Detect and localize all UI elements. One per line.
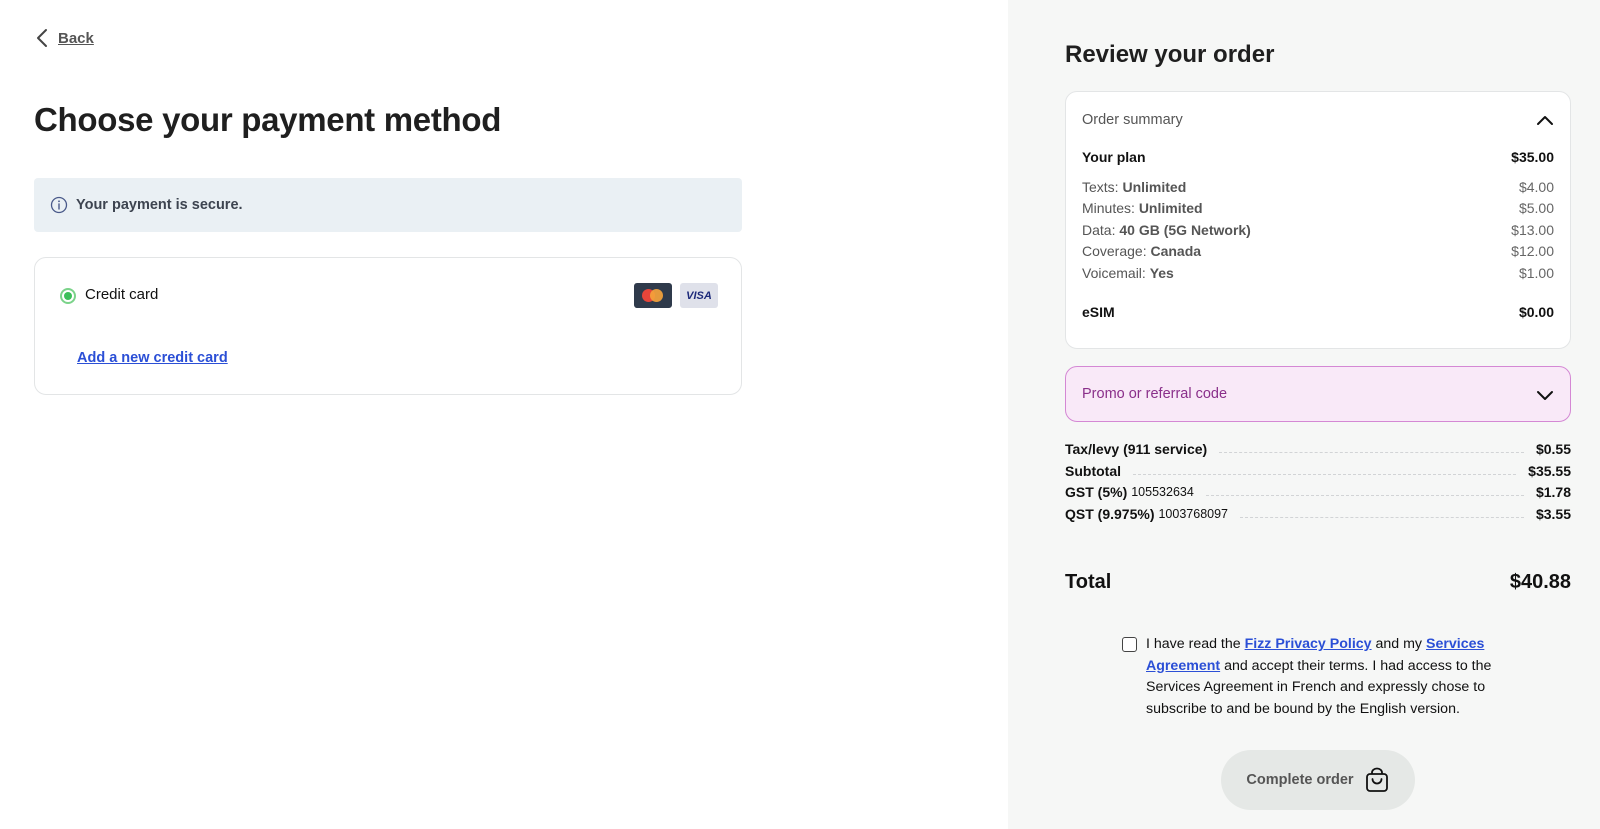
feature-name: Minutes: <box>1082 200 1139 216</box>
feature-label: Data: 40 GB (5G Network) <box>1082 222 1251 238</box>
gst-number: 105532634 <box>1131 485 1194 499</box>
order-summary-heading[interactable]: Order summary <box>1082 112 1183 128</box>
esim-price: $0.00 <box>1518 304 1554 320</box>
chevron-left-icon <box>37 29 47 47</box>
feature-price: $12.00 <box>1511 243 1554 259</box>
dotted-leader <box>1133 473 1517 475</box>
tax-row-911: Tax/levy (911 service) $0.55 <box>1065 441 1571 457</box>
plan-label: Your plan <box>1082 149 1146 165</box>
feature-row-minutes: Minutes: Unlimited $5.00 <box>1082 200 1554 216</box>
plan-row: Your plan $35.00 <box>1082 149 1554 165</box>
feature-row-voicemail: Voicemail: Yes $1.00 <box>1082 265 1554 281</box>
tax-value: $0.55 <box>1535 441 1571 457</box>
feature-detail: 40 GB (5G Network) <box>1119 222 1251 238</box>
privacy-policy-link[interactable]: Fizz Privacy Policy <box>1245 636 1372 652</box>
terms-agreement: I have read the Fizz Privacy Policy and … <box>1122 634 1496 720</box>
tax-label: Tax/levy (911 service) <box>1065 441 1208 457</box>
credit-card-label[interactable]: Credit card <box>85 286 158 303</box>
total-value: $40.88 <box>1509 571 1571 593</box>
terms-middle: and my <box>1371 636 1426 652</box>
feature-name: Data: <box>1082 222 1120 238</box>
feature-detail: Canada <box>1150 243 1202 259</box>
secure-text: Your payment is secure. <box>76 197 243 213</box>
feature-detail: Yes <box>1149 265 1174 281</box>
feature-detail: Unlimited <box>1122 179 1187 195</box>
terms-prefix: I have read the <box>1146 636 1245 652</box>
back-label[interactable]: Back <box>58 30 94 47</box>
dotted-leader <box>1219 451 1524 453</box>
chevron-down-icon <box>1537 391 1553 400</box>
qst-number: 1003768097 <box>1158 507 1229 521</box>
feature-price: $5.00 <box>1518 200 1554 216</box>
add-credit-card-link[interactable]: Add a new credit card <box>77 350 228 366</box>
page-title: Choose your payment method <box>34 101 502 138</box>
order-summary-card: Order summary Your plan $35.00 Texts: Un… <box>1065 91 1571 349</box>
feature-label: Minutes: Unlimited <box>1082 200 1203 216</box>
payment-panel: Back Choose your payment method Your pay… <box>0 0 1008 829</box>
esim-label: eSIM <box>1082 304 1115 320</box>
info-icon <box>50 196 68 214</box>
back-link[interactable]: Back <box>34 28 94 48</box>
qst-label: QST (9.975%) <box>1065 506 1155 522</box>
feature-row-data: Data: 40 GB (5G Network) $13.00 <box>1082 222 1554 238</box>
subtotal-value: $35.55 <box>1528 463 1571 479</box>
feature-label: Coverage: Canada <box>1082 243 1201 259</box>
total-row: Total $40.88 <box>1065 571 1571 594</box>
visa-logo-text: VISA <box>686 289 712 302</box>
complete-order-button[interactable]: Complete order <box>1221 750 1415 810</box>
qst-value: $3.55 <box>1535 506 1571 522</box>
feature-name: Voicemail: <box>1082 265 1150 281</box>
plan-price: $35.00 <box>1511 149 1554 165</box>
feature-label: Voicemail: Yes <box>1082 265 1174 281</box>
feature-price: $4.00 <box>1518 179 1554 195</box>
feature-price: $1.00 <box>1518 265 1554 281</box>
esim-row: eSIM $0.00 <box>1082 304 1554 320</box>
mastercard-orange-circle <box>650 289 663 302</box>
payment-method-card: Credit card VISA Add a new credit card <box>34 257 742 395</box>
feature-price: $13.00 <box>1511 222 1554 238</box>
mastercard-icon <box>634 283 672 308</box>
complete-order-label: Complete order <box>1246 772 1354 788</box>
dotted-leader <box>1205 494 1524 496</box>
shopping-bag-icon <box>1365 767 1388 792</box>
feature-name: Texts: <box>1082 179 1123 195</box>
feature-name: Coverage: <box>1082 243 1151 259</box>
subtotal-row: Subtotal $35.55 <box>1065 463 1571 479</box>
feature-detail: Unlimited <box>1138 200 1203 216</box>
feature-row-coverage: Coverage: Canada $12.00 <box>1082 243 1554 259</box>
feature-label: Texts: Unlimited <box>1082 179 1186 195</box>
total-label: Total <box>1065 571 1112 593</box>
gst-label: GST (5%) <box>1065 484 1128 500</box>
promo-code-label: Promo or referral code <box>1082 386 1228 402</box>
gst-value: $1.78 <box>1535 484 1571 500</box>
radio-selected-dot <box>64 292 72 300</box>
visa-icon: VISA <box>680 283 718 308</box>
secure-payment-banner: Your payment is secure. <box>34 178 742 232</box>
terms-text: I have read the Fizz Privacy Policy and … <box>1146 634 1496 720</box>
feature-row-texts: Texts: Unlimited $4.00 <box>1082 179 1554 195</box>
review-title: Review your order <box>1065 41 1275 68</box>
gst-row: GST (5%) 105532634 $1.78 <box>1065 484 1571 500</box>
chevron-up-icon[interactable] <box>1536 112 1554 130</box>
promo-code-dropdown[interactable]: Promo or referral code <box>1065 366 1571 422</box>
dotted-leader <box>1240 516 1524 518</box>
terms-checkbox[interactable] <box>1122 637 1137 652</box>
subtotal-label: Subtotal <box>1065 463 1121 479</box>
credit-card-radio[interactable] <box>60 288 76 304</box>
qst-row: QST (9.975%) 1003768097 $3.55 <box>1065 506 1571 522</box>
